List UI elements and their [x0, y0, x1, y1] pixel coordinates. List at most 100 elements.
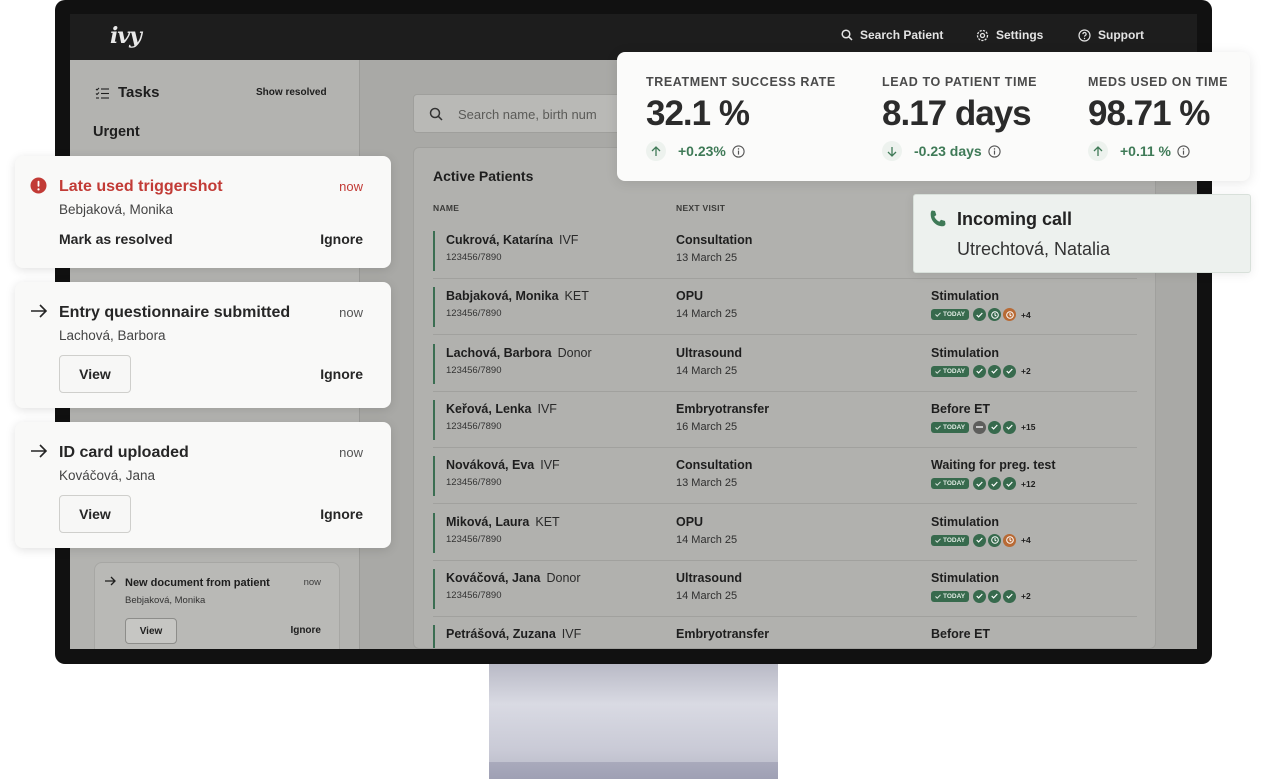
today-label: TODAY — [943, 367, 966, 375]
patient-name[interactable]: Cukrová, Katarína IVF — [446, 233, 578, 247]
notification-time: now — [339, 305, 363, 320]
patient-name-text: Nováková, Eva — [446, 458, 535, 473]
patient-name-text: Babjaková, Monika — [446, 289, 559, 304]
notification-entry-questionnaire[interactable]: Entry questionnaire submitted now Lachov… — [15, 282, 391, 408]
patient-search-input[interactable]: Search name, birth num — [413, 94, 643, 133]
treatment-stage: Waiting for preg. test — [931, 458, 1056, 473]
urgent-section-title: Urgent — [93, 124, 140, 140]
view-button[interactable]: View — [59, 355, 131, 393]
ignore-button[interactable]: Ignore — [320, 506, 363, 522]
patient-name[interactable]: Petrášová, Zuzana IVF — [446, 627, 581, 641]
stat-value: 8.17 days — [882, 94, 1032, 133]
stat-label: MEDS USED ON TIME — [1088, 75, 1229, 89]
patient-name[interactable]: Babjaková, Monika KET — [446, 289, 589, 303]
incoming-call-toast[interactable]: Incoming call Utrechtová, Natalia — [913, 194, 1251, 273]
info-icon[interactable] — [988, 144, 1001, 158]
patient-name[interactable]: Kováčová, Jana Donor — [446, 571, 581, 585]
patient-name[interactable]: Keřová, Lenka IVF — [446, 402, 557, 416]
progress-badges[interactable]: TODAY +4 — [931, 308, 1031, 322]
task-card-view-button[interactable]: View — [125, 618, 177, 644]
today-badge: TODAY — [931, 590, 970, 602]
arrow-down-icon — [882, 141, 902, 161]
search-patient-link[interactable]: Search Patient — [841, 28, 943, 42]
stat-treatment-success: TREATMENT SUCCESS RATE 32.1 % +0.23% — [646, 75, 836, 161]
next-visit-date: 16 March 25 — [676, 420, 738, 433]
check-icon — [976, 312, 983, 318]
status-dot — [1003, 364, 1017, 378]
ignore-button[interactable]: Ignore — [320, 231, 363, 247]
status-dot — [988, 364, 1002, 378]
arrow-up-icon — [1088, 141, 1108, 161]
progress-badges[interactable]: TODAY +2 — [931, 364, 1031, 378]
notification-patient: Kováčová, Jana — [59, 468, 156, 483]
task-card-title: New document from patient — [125, 577, 270, 589]
table-row[interactable]: Lachová, Barbora Donor 123456/7890 Ultrasou… — [433, 336, 1137, 392]
table-row[interactable]: Miková, Laura KET 123456/7890 OPU 14 March 2… — [433, 505, 1137, 561]
caller-name: Utrechtová, Natalia — [957, 239, 1111, 259]
info-icon[interactable] — [1177, 144, 1190, 158]
next-visit-date: 14 March 25 — [676, 533, 738, 546]
treatment-tag: IVF — [537, 401, 557, 416]
patient-name[interactable]: Miková, Laura KET — [446, 515, 560, 529]
notification-id-card-uploaded[interactable]: ID card uploaded now Kováčová, Jana View… — [15, 422, 391, 548]
stats-card: TREATMENT SUCCESS RATE 32.1 % +0.23% LEA… — [617, 52, 1250, 181]
support-link[interactable]: Support — [1078, 28, 1144, 42]
notification-patient: Bebjaková, Monika — [59, 202, 174, 217]
status-dot — [973, 589, 987, 603]
table-row[interactable]: Petrášová, Zuzana IVF Embryotransfer Before… — [433, 617, 1137, 648]
today-badge: TODAY — [931, 421, 970, 433]
patient-name-text: Kováčová, Jana — [446, 570, 541, 585]
treatment-stage: Stimulation — [931, 570, 1000, 585]
today-badge: TODAY — [931, 534, 970, 546]
patient-birth-number: 123456/7890 — [446, 589, 502, 601]
notification-title: Late used triggershot — [59, 178, 223, 195]
status-dot — [1003, 477, 1017, 491]
patient-name[interactable]: Lachová, Barbora Donor — [446, 346, 592, 360]
check-icon — [991, 424, 998, 431]
task-card-ignore-button[interactable]: Ignore — [290, 625, 321, 636]
status-dot — [988, 420, 1002, 434]
progress-badges[interactable]: TODAY +12 — [931, 477, 1036, 491]
view-button[interactable]: View — [59, 495, 131, 533]
table-row[interactable]: Nováková, Eva IVF 123456/7890 Consultation 1… — [433, 448, 1137, 505]
progress-badges[interactable]: TODAY +2 — [931, 589, 1031, 603]
check-icon — [976, 368, 983, 374]
checklist-icon — [95, 87, 109, 99]
table-row[interactable]: Kováčová, Jana Donor 123456/7890 Ultrasound… — [433, 561, 1137, 617]
notification-late-triggershot[interactable]: Late used triggershot now Bebjaková, Mon… — [15, 156, 391, 268]
arrow-right-icon — [105, 576, 116, 586]
monitor-stand-foot — [489, 762, 778, 779]
arrow-right-icon — [31, 444, 48, 458]
progress-badges[interactable]: TODAY +4 — [931, 533, 1031, 547]
next-visit-date: 14 March 25 — [676, 589, 738, 602]
table-row[interactable]: Babjaková, Monika KET 123456/7890 OPU 14 Mar… — [433, 279, 1137, 336]
settings-link[interactable]: Settings — [976, 28, 1043, 42]
patient-name[interactable]: Nováková, Eva IVF — [446, 458, 560, 472]
next-visit-type: Ultrasound — [676, 570, 742, 585]
status-dot — [988, 477, 1002, 491]
task-card-time: now — [303, 577, 321, 588]
task-card-new-document[interactable]: New document from patient now Bebjaková,… — [94, 562, 340, 649]
search-placeholder: Search name, birth num — [458, 107, 597, 122]
tasks-title: Tasks — [118, 84, 160, 101]
progress-badges[interactable]: TODAY +15 — [931, 420, 1035, 434]
patient-birth-number: 123456/7890 — [446, 364, 502, 376]
check-icon — [935, 537, 941, 543]
mark-as-resolved-button[interactable]: Mark as resolved — [59, 231, 173, 247]
today-badge: TODAY — [931, 309, 970, 321]
check-icon — [991, 368, 998, 374]
ignore-button[interactable]: Ignore — [320, 366, 363, 382]
table-row[interactable]: Keřová, Lenka IVF 123456/7890 Embryotransfe… — [433, 392, 1137, 448]
show-resolved-toggle[interactable]: Show resolved — [256, 87, 327, 98]
today-label: TODAY — [943, 592, 966, 600]
clock-icon — [990, 536, 999, 544]
treatment-tag: Donor — [557, 345, 592, 360]
app-logo[interactable]: ivy — [110, 23, 142, 49]
treatment-stage: Before ET — [931, 627, 991, 642]
minus-icon — [976, 426, 984, 429]
clock-icon — [1005, 536, 1014, 544]
more-count: +12 — [1021, 478, 1036, 489]
info-icon[interactable] — [732, 144, 745, 158]
more-count: +2 — [1021, 591, 1031, 602]
status-dot — [988, 589, 1002, 603]
